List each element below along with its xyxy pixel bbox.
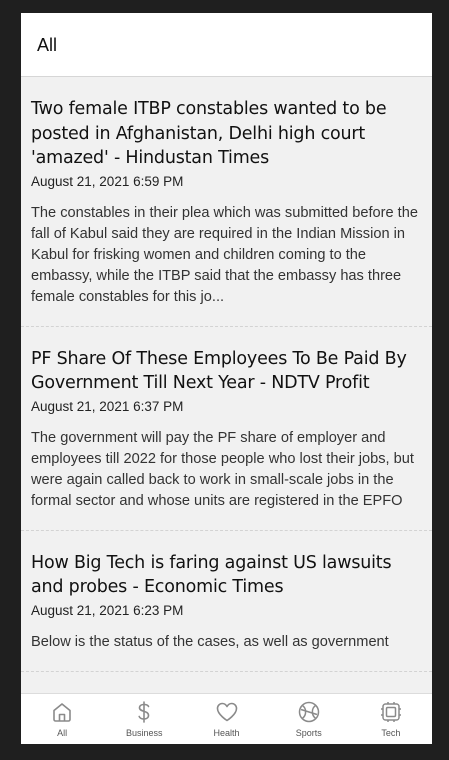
dollar-icon: [132, 700, 156, 724]
tab-sports[interactable]: Sports: [268, 694, 350, 744]
tab-tech[interactable]: Tech: [350, 694, 432, 744]
ball-icon: [297, 700, 321, 724]
tab-all[interactable]: All: [21, 694, 103, 744]
tab-health[interactable]: Health: [185, 694, 267, 744]
tab-label: All: [57, 728, 68, 738]
home-icon: [50, 700, 74, 724]
chip-icon: [379, 700, 403, 724]
heart-icon: [215, 700, 239, 724]
news-article[interactable]: How Big Tech is faring against US lawsui…: [21, 531, 432, 672]
bottom-tab-bar: All Business Health Sports Tech: [21, 693, 432, 744]
article-title[interactable]: How Big Tech is faring against US lawsui…: [31, 551, 418, 600]
article-description: The government will pay the PF share of …: [31, 429, 414, 509]
news-article[interactable]: Two female ITBP constables wanted to be …: [21, 77, 432, 327]
page-title: All: [37, 35, 58, 55]
news-app: All Two female ITBP constables wanted to…: [21, 13, 432, 744]
article-date: August 21, 2021 6:59 PM: [31, 173, 184, 189]
article-title[interactable]: PF Share Of These Employees To Be Paid B…: [31, 347, 418, 396]
article-description: Below is the status of the cases, as wel…: [31, 633, 389, 650]
tab-label: Tech: [381, 728, 401, 738]
news-article[interactable]: PF Share Of These Employees To Be Paid B…: [21, 327, 432, 531]
tab-label: Business: [126, 728, 163, 738]
article-description: The constables in their plea which was s…: [31, 204, 418, 305]
tab-label: Health: [213, 728, 240, 738]
article-date: August 21, 2021 6:23 PM: [31, 602, 184, 618]
news-feed[interactable]: Two female ITBP constables wanted to be …: [21, 77, 432, 694]
app-header: All: [21, 13, 432, 77]
article-title[interactable]: Two female ITBP constables wanted to be …: [31, 97, 418, 171]
tab-business[interactable]: Business: [103, 694, 185, 744]
article-date: August 21, 2021 6:37 PM: [31, 398, 184, 414]
device-frame: All Two female ITBP constables wanted to…: [0, 0, 449, 760]
tab-label: Sports: [295, 728, 322, 738]
